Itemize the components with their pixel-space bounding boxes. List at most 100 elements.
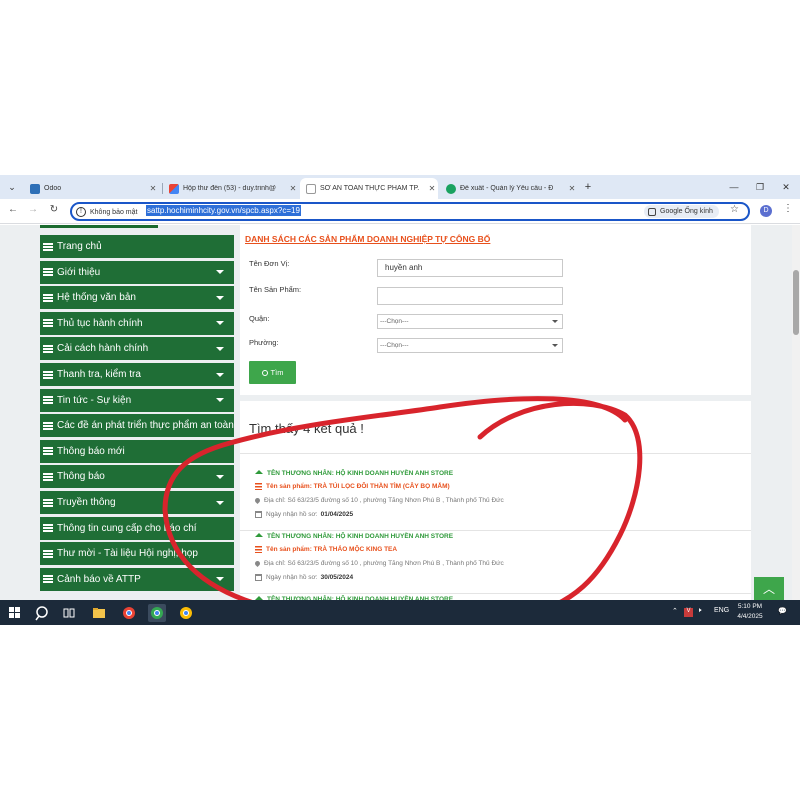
district-label: Quận: [249, 314, 270, 323]
caret-down-icon [216, 295, 224, 300]
page-icon [306, 183, 316, 194]
sidebar-item-label: Thủ tục hành chính [57, 317, 143, 329]
unit-label: Tên Đơn Vị: [249, 259, 290, 268]
result-item[interactable]: TÊN THƯƠNG NHÂN: HỘ KINH DOANH HUYỀN ANH… [240, 467, 751, 531]
file-explorer-icon[interactable] [90, 604, 108, 622]
minimize-icon[interactable]: — [726, 179, 742, 195]
back-to-top-button[interactable]: ︿ [754, 577, 784, 600]
scrollbar-thumb[interactable] [793, 270, 799, 335]
google-lens-button[interactable]: Google Ống kính [644, 205, 719, 218]
sidebar-item[interactable]: Cảnh báo về ATTP [40, 567, 234, 591]
forward-icon[interactable]: → [25, 204, 41, 215]
unit-input[interactable]: huyền anh [377, 259, 563, 277]
sidebar-item-label: Giới thiệu [57, 266, 101, 278]
menu-icon[interactable]: ⋮ [783, 203, 793, 214]
clock[interactable]: 5:10 PM 4/4/2025 [730, 602, 770, 622]
search-icon[interactable] [33, 604, 51, 622]
app-tray-icon[interactable]: V [684, 608, 693, 617]
result-item[interactable]: TÊN THƯƠNG NHÂN: HỘ KINH DOANH HUYỀN ANH… [240, 593, 751, 600]
list-icon [43, 472, 53, 481]
search-button[interactable]: Tìm [249, 361, 296, 384]
tab-close-icon[interactable]: ✕ [287, 184, 299, 193]
notification-icon[interactable]: 💬 [778, 607, 787, 615]
task-view-icon[interactable] [60, 604, 78, 622]
result-trader: TÊN THƯƠNG NHÂN: HỘ KINH DOANH HUYỀN ANH… [255, 533, 453, 540]
tab-close-icon[interactable]: ✕ [566, 184, 578, 193]
sidebar-item[interactable]: Giới thiệu [40, 260, 234, 284]
sidebar-item-label: Thư mời - Tài liệu Hội nghị, họp [57, 548, 198, 560]
sidebar-item[interactable]: Thư mời - Tài liệu Hội nghị, họp [40, 542, 234, 566]
windows-start-icon[interactable] [6, 604, 24, 622]
sidebar-item[interactable]: Trang chủ [40, 235, 234, 258]
profile-avatar[interactable]: D [760, 205, 772, 217]
caret-down-icon [216, 474, 224, 479]
results-panel: Tìm thấy 4 kết quả ! TÊN THƯƠNG NHÂN: HỘ… [240, 401, 751, 600]
chevron-down-icon [552, 344, 558, 347]
result-product: Tên sản phẩm: TRÀ THẢO MỘC KING TEA [255, 546, 397, 553]
district-select[interactable]: ---Chọn--- [377, 314, 563, 329]
sidebar-item[interactable]: Thông tin cung cấp cho báo chí [40, 516, 234, 540]
sidebar-item[interactable]: Thủ tục hành chính [40, 311, 234, 335]
result-text: Ngày nhận hồ sơ: [266, 574, 318, 581]
chevron-up-icon[interactable]: ⌃ [672, 607, 678, 615]
omnibox[interactable]: ! Không bảo mật sattp.hochiminhcity.gov.… [70, 202, 750, 221]
tab-search-icon[interactable]: ⌄ [4, 179, 20, 195]
result-trader: TÊN THƯƠNG NHÂN: HỘ KINH DOANH HUYỀN ANH… [255, 470, 453, 477]
sidebar-item-label: Thông báo [57, 471, 105, 483]
caret-down-icon [216, 500, 224, 505]
caret-down-icon [216, 372, 224, 377]
tab-odoo[interactable]: Odoo ✕ [24, 178, 159, 199]
chrome-icon[interactable] [148, 604, 166, 622]
product-label: Tên Sản Phẩm: [249, 285, 302, 294]
language-indicator[interactable]: ENG [714, 607, 729, 614]
search-icon [261, 369, 268, 376]
close-window-icon[interactable]: ✕ [778, 179, 794, 195]
back-icon[interactable]: ← [5, 204, 21, 215]
list-icon [43, 498, 53, 507]
list-icon [43, 549, 53, 558]
result-count: Tìm thấy 4 kết quả ! [249, 421, 364, 436]
clock-date: 4/4/2025 [737, 613, 763, 620]
reload-icon[interactable]: ↻ [46, 204, 62, 215]
app-icon [446, 183, 456, 194]
sidebar-item[interactable]: Hệ thống văn bản [40, 286, 234, 310]
ward-select[interactable]: ---Chọn--- [377, 338, 563, 353]
restore-icon[interactable]: ❐ [752, 179, 768, 195]
sidebar-item[interactable]: Thông báo mới [40, 439, 234, 463]
chrome-icon[interactable] [177, 604, 195, 622]
home-icon [255, 533, 263, 537]
result-item[interactable]: TÊN THƯƠNG NHÂN: HỘ KINH DOANH HUYỀN ANH… [240, 530, 751, 594]
sidebar-item[interactable]: Thanh tra, kiểm tra [40, 363, 234, 386]
tab-label: SỞ AN TOÀN THỰC PHẨM TP. [320, 185, 420, 192]
tab-label: Odoo [44, 185, 62, 192]
result-text: TÊN THƯƠNG NHÂN: HỘ KINH DOANH HUYỀN ANH… [267, 533, 454, 540]
sidebar-item-label: Cảnh báo về ATTP [57, 573, 141, 585]
sidebar-item-label: Thanh tra, kiểm tra [57, 369, 141, 380]
speaker-icon[interactable]: 🕨 [697, 607, 701, 615]
tab-close-icon[interactable]: ✕ [426, 184, 438, 193]
url-text[interactable]: sattp.hochiminhcity.gov.vn/spcb.aspx?c=1… [146, 205, 301, 216]
result-text: Tên sản phẩm: TRÀ TÚI LỌC ĐÔI THẦN TÌM (… [266, 483, 450, 490]
tab-sattp[interactable]: SỞ AN TOÀN THỰC PHẨM TP. ✕ [300, 178, 438, 199]
list-icon [43, 293, 53, 302]
sidebar-item[interactable]: Thông báo [40, 465, 234, 489]
chrome-icon[interactable] [120, 604, 138, 622]
sidebar-top-bar [40, 225, 158, 228]
sidebar-item[interactable]: Tin tức - Sự kiện [40, 388, 234, 412]
security-indicator[interactable]: ! Không bảo mật [76, 206, 137, 218]
odoo-icon [30, 183, 40, 194]
bookmark-star-icon[interactable]: ☆ [730, 204, 739, 215]
sidebar-item[interactable]: Cải cách hành chính [40, 337, 234, 361]
tab-gmail[interactable]: Hộp thư đến (53) - duy.trinh@ ✕ [163, 178, 299, 199]
sidebar-item[interactable]: Truyền thông [40, 491, 234, 514]
tab-close-icon[interactable]: ✕ [147, 184, 159, 193]
sidebar-item[interactable]: Các đề án phát triển thực phẩm an toàn [40, 414, 234, 438]
tab-de-xuat[interactable]: Đề xuất - Quản lý Yêu cầu - Đ ✕ [440, 178, 578, 199]
calendar-icon [255, 511, 262, 518]
result-text: Tên sản phẩm: TRÀ THẢO MỘC KING TEA [266, 546, 398, 553]
new-tab-icon[interactable]: + [580, 179, 596, 195]
sidebar-item-label: Hệ thống văn bản [57, 292, 136, 304]
sidebar-item-label: Trang chủ [57, 241, 102, 252]
browser-tab-bar: ⌄ Odoo ✕ Hộp thư đến (53) - duy.trinh@ ✕… [0, 175, 800, 199]
product-input[interactable] [377, 287, 563, 305]
